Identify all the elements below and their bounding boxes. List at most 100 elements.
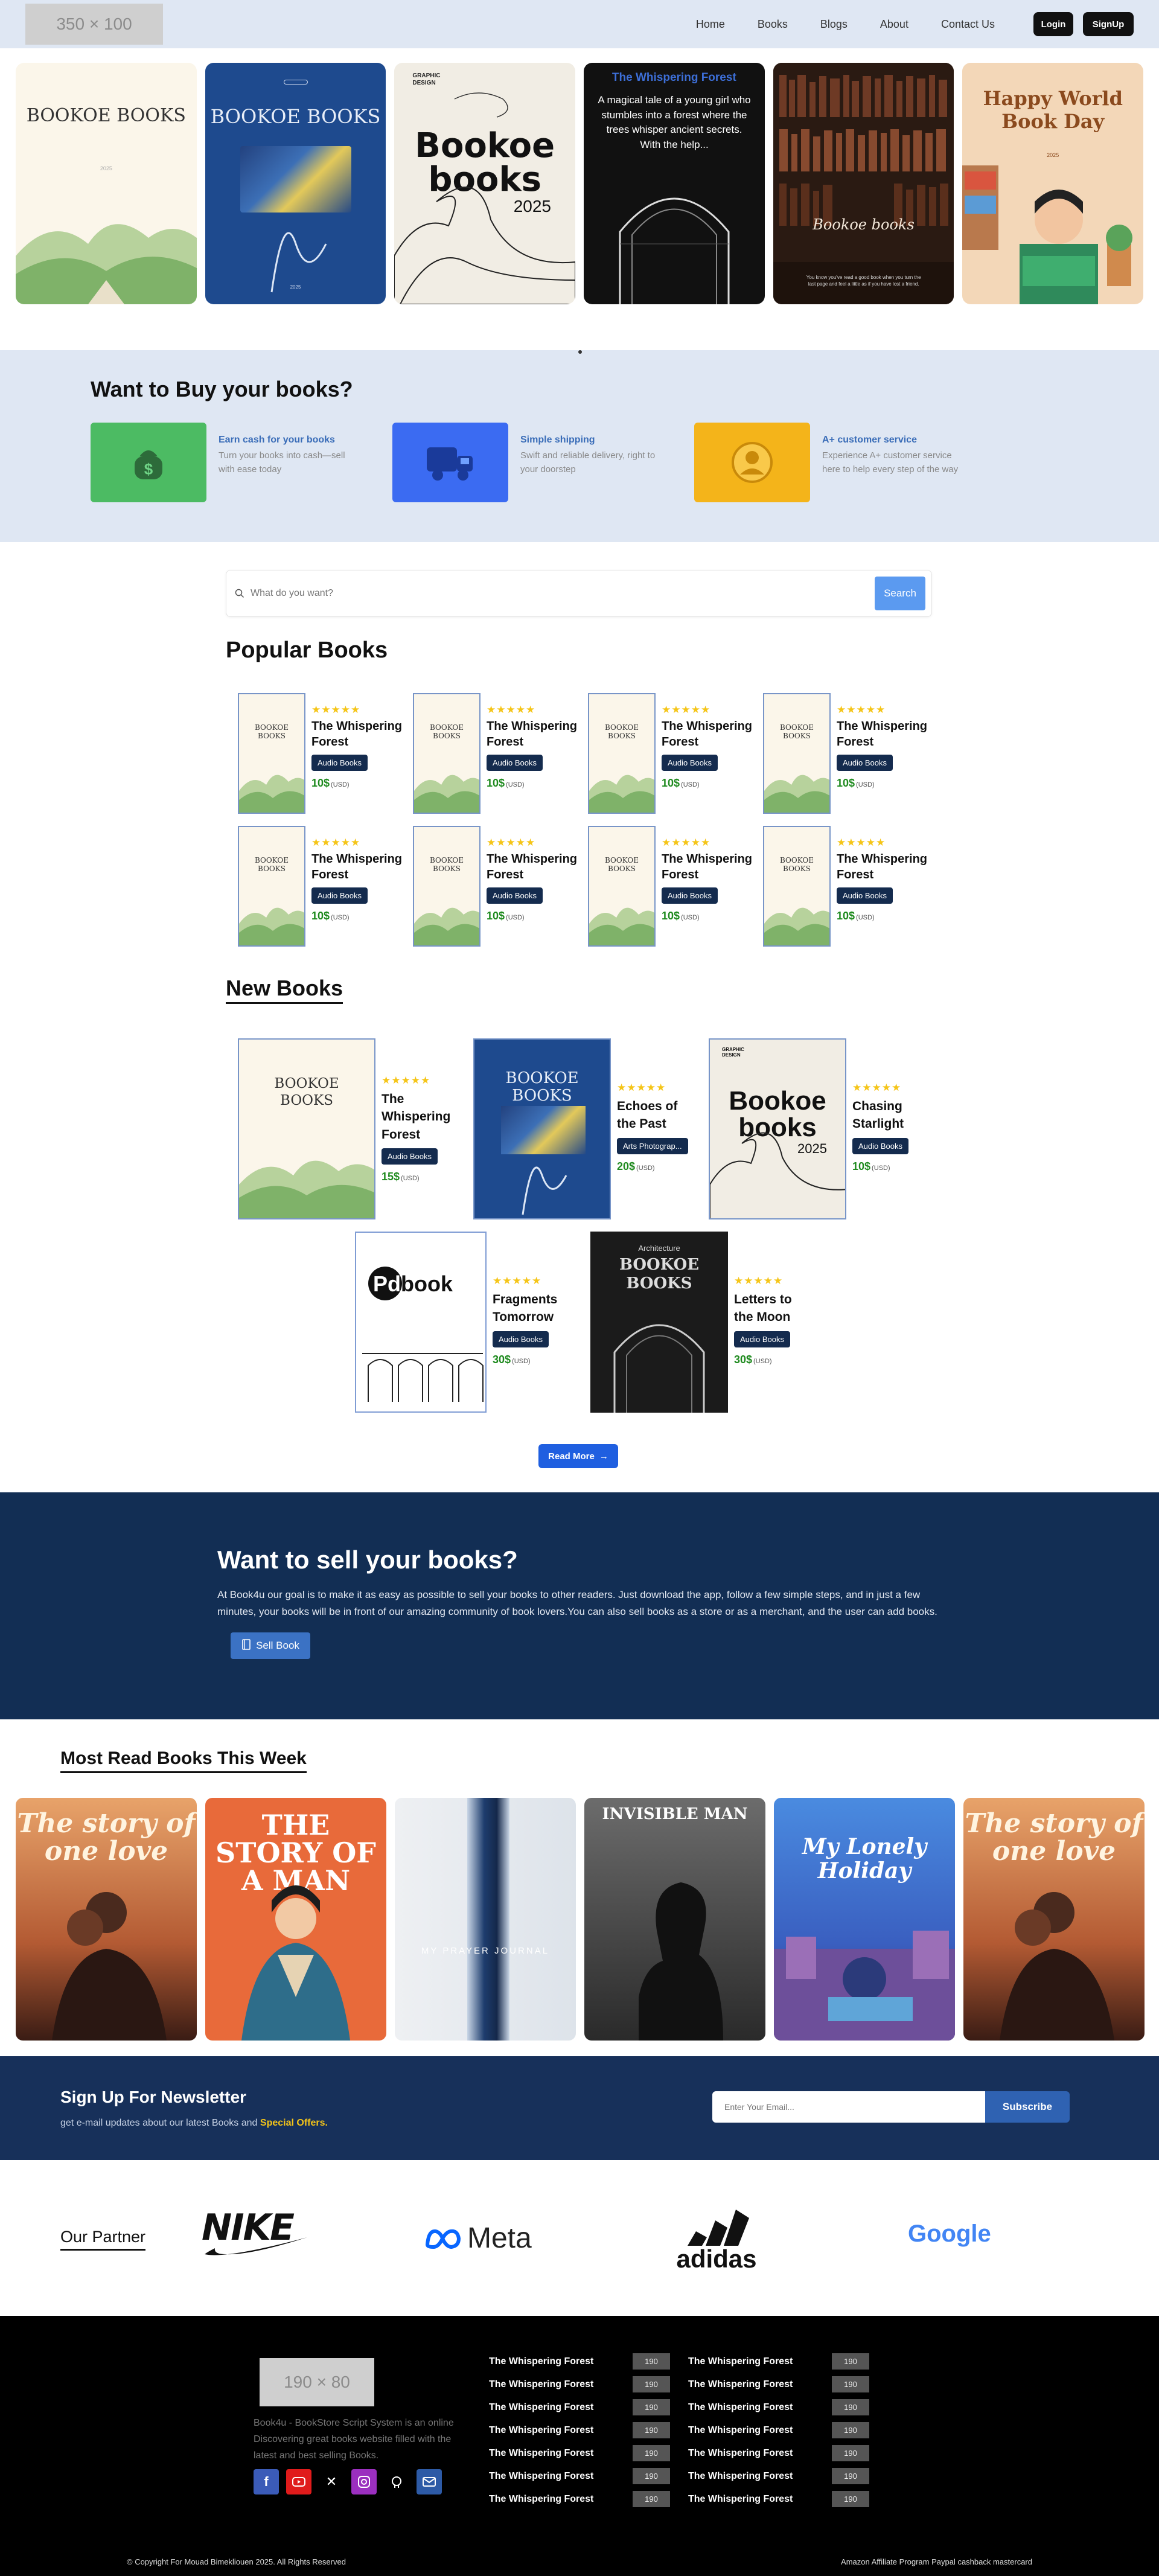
book-cover[interactable]: BOOKOE BOOKS xyxy=(238,1038,375,1219)
book-title[interactable]: The Whispering Forest xyxy=(662,851,752,883)
category-tag[interactable]: Audio Books xyxy=(852,1137,908,1154)
most-read-book[interactable]: INVISIBLE MAN xyxy=(584,1798,765,2041)
new-book-card[interactable]: BOOKOE BOOKS ★★★★★ The Whispering Forest … xyxy=(238,1038,454,1219)
most-read-book[interactable]: My Lonely Holiday xyxy=(774,1798,955,2041)
search-button[interactable]: Search xyxy=(875,577,925,610)
book-title[interactable]: The Whispering Forest xyxy=(837,851,927,883)
nav-about[interactable]: About xyxy=(880,18,908,31)
new-book-card[interactable]: Pdbook ★★★★★ Fragments Tomorrow Audio Bo… xyxy=(355,1232,565,1413)
book-cover[interactable]: BOOKOE BOOKS xyxy=(238,693,305,814)
hero-card[interactable]: Bookoe books You know you've read a good… xyxy=(773,63,954,304)
category-tag[interactable]: Audio Books xyxy=(837,887,893,904)
category-tag[interactable]: Audio Books xyxy=(311,755,368,771)
book-cover[interactable]: BOOKOE BOOKS xyxy=(413,826,481,947)
footer-link[interactable]: The Whispering Forest 190 xyxy=(688,2422,869,2438)
footer-link[interactable]: The Whispering Forest 190 xyxy=(688,2468,869,2484)
book-title[interactable]: Chasing Starlight xyxy=(852,1098,925,1133)
category-tag[interactable]: Audio Books xyxy=(662,887,718,904)
x-icon[interactable]: ✕ xyxy=(319,2469,344,2495)
book-title[interactable]: Fragments Tomorrow xyxy=(493,1291,565,1326)
footer-link[interactable]: The Whispering Forest 190 xyxy=(489,2353,670,2370)
category-tag[interactable]: Arts Photograp... xyxy=(617,1137,688,1154)
book-cover[interactable]: Pdbook xyxy=(355,1232,487,1413)
search-input[interactable] xyxy=(251,588,875,599)
nav-books[interactable]: Books xyxy=(758,18,788,31)
book-cover[interactable]: BOOKOE BOOKS xyxy=(238,826,305,947)
login-button[interactable]: Login xyxy=(1033,12,1073,36)
book-cover[interactable]: BOOKOE BOOKS xyxy=(588,693,656,814)
book-title[interactable]: The Whispering Forest xyxy=(311,851,402,883)
carousel-dot[interactable] xyxy=(578,350,582,354)
adidas-logo[interactable]: adidas xyxy=(671,2210,762,2272)
footer-link[interactable]: The Whispering Forest 190 xyxy=(688,2353,869,2370)
instagram-icon[interactable] xyxy=(351,2469,377,2495)
new-book-card[interactable]: Architecture BOOKOE BOOKS ★★★★★ Letters t… xyxy=(590,1232,806,1413)
email-input[interactable] xyxy=(712,2091,985,2123)
signup-button[interactable]: SignUp xyxy=(1083,12,1134,36)
category-tag[interactable]: Audio Books xyxy=(487,755,543,771)
book-cover[interactable]: GRAPHIC DESIGN Bookoe books 2025 xyxy=(709,1038,846,1219)
book-title[interactable]: Letters to the Moon xyxy=(734,1291,806,1326)
youtube-icon[interactable] xyxy=(286,2469,311,2495)
hero-carousel[interactable]: BOOKOE BOOKS 2025 BOOKOE BOOKS 2025 GRAP… xyxy=(0,48,1159,354)
popular-book-card[interactable]: BOOKOE BOOKS ★★★★★ The Whispering Forest Aud… xyxy=(238,693,413,814)
category-tag[interactable]: Audio Books xyxy=(311,887,368,904)
hero-card[interactable]: The Whispering Forest A magical tale of … xyxy=(584,63,765,304)
most-read-book[interactable]: The story of one love xyxy=(963,1798,1145,2041)
footer-link[interactable]: The Whispering Forest 190 xyxy=(688,2491,869,2507)
logo-placeholder[interactable]: 350 × 100 xyxy=(25,4,163,45)
most-read-book[interactable]: The story of one love xyxy=(16,1798,197,2041)
meta-logo[interactable]: Meta xyxy=(424,2222,532,2255)
nav-home[interactable]: Home xyxy=(696,18,725,31)
new-book-card[interactable]: GRAPHIC DESIGN Bookoe books 2025 ★★★★★ Cha… xyxy=(709,1038,925,1219)
footer-link[interactable]: The Whispering Forest 190 xyxy=(489,2399,670,2415)
footer-link[interactable]: The Whispering Forest 190 xyxy=(688,2399,869,2415)
subscribe-button[interactable]: Subscribe xyxy=(985,2091,1070,2123)
book-cover[interactable]: BOOKOE BOOKS xyxy=(588,826,656,947)
hero-card[interactable]: BOOKOE BOOKS 2025 xyxy=(205,63,386,304)
popular-book-card[interactable]: BOOKOE BOOKS ★★★★★ The Whispering Forest Aud… xyxy=(588,693,763,814)
hero-card[interactable]: Happy World Book Day 2025 xyxy=(962,63,1144,304)
book-title[interactable]: The Whispering Forest xyxy=(837,718,927,750)
book-cover[interactable]: BOOKOE BOOKS xyxy=(763,826,831,947)
popular-book-card[interactable]: BOOKOE BOOKS ★★★★★ The Whispering Forest Aud… xyxy=(413,693,588,814)
book-title[interactable]: The Whispering Forest xyxy=(487,718,577,750)
nav-contact[interactable]: Contact Us xyxy=(941,18,995,31)
popular-book-card[interactable]: BOOKOE BOOKS ★★★★★ The Whispering Forest Aud… xyxy=(763,826,938,947)
footer-link[interactable]: The Whispering Forest 190 xyxy=(489,2468,670,2484)
github-icon[interactable] xyxy=(384,2469,409,2495)
footer-link[interactable]: The Whispering Forest 190 xyxy=(489,2376,670,2392)
book-title[interactable]: The Whispering Forest xyxy=(311,718,402,750)
new-book-card[interactable]: BOOKOE BOOKS ★★★★★ Echoes of the Past Art… xyxy=(473,1038,689,1219)
popular-book-card[interactable]: BOOKOE BOOKS ★★★★★ The Whispering Forest Aud… xyxy=(588,826,763,947)
book-cover[interactable]: BOOKOE BOOKS xyxy=(413,693,481,814)
sell-book-button[interactable]: Sell Book xyxy=(231,1632,310,1660)
book-cover[interactable]: BOOKOE BOOKS xyxy=(473,1038,611,1219)
footer-logo-placeholder[interactable]: 190 × 80 xyxy=(260,2358,374,2406)
footer-link[interactable]: The Whispering Forest 190 xyxy=(688,2376,869,2392)
footer-link[interactable]: The Whispering Forest 190 xyxy=(688,2445,869,2461)
facebook-icon[interactable]: f xyxy=(254,2469,279,2495)
footer-link[interactable]: The Whispering Forest 190 xyxy=(489,2422,670,2438)
book-cover[interactable]: BOOKOE BOOKS xyxy=(763,693,831,814)
book-title[interactable]: The Whispering Forest xyxy=(662,718,752,750)
category-tag[interactable]: Audio Books xyxy=(837,755,893,771)
hero-card[interactable]: GRAPHIC DESIGN Bookoe books 2025 xyxy=(394,63,576,304)
nav-blogs[interactable]: Blogs xyxy=(820,18,848,31)
category-tag[interactable]: Audio Books xyxy=(734,1331,790,1347)
footer-link[interactable]: The Whispering Forest 190 xyxy=(489,2445,670,2461)
google-logo[interactable]: Google xyxy=(908,2220,991,2248)
most-read-book[interactable]: MY PRAYER JOURNAL xyxy=(395,1798,576,2041)
nike-logo[interactable]: NIKE xyxy=(202,2210,307,2255)
popular-book-card[interactable]: BOOKOE BOOKS ★★★★★ The Whispering Forest Aud… xyxy=(413,826,588,947)
hero-card[interactable]: BOOKOE BOOKS 2025 xyxy=(16,63,197,304)
category-tag[interactable]: Audio Books xyxy=(493,1331,549,1347)
category-tag[interactable]: Audio Books xyxy=(487,887,543,904)
most-read-book[interactable]: THE STORY OF A MAN xyxy=(205,1798,386,2041)
footer-link[interactable]: The Whispering Forest 190 xyxy=(489,2491,670,2507)
read-more-button[interactable]: Read More → xyxy=(538,1444,618,1468)
mail-icon[interactable] xyxy=(417,2469,442,2495)
book-title[interactable]: The Whispering Forest xyxy=(487,851,577,883)
book-title[interactable]: The Whispering Forest xyxy=(382,1090,454,1143)
category-tag[interactable]: Audio Books xyxy=(662,755,718,771)
